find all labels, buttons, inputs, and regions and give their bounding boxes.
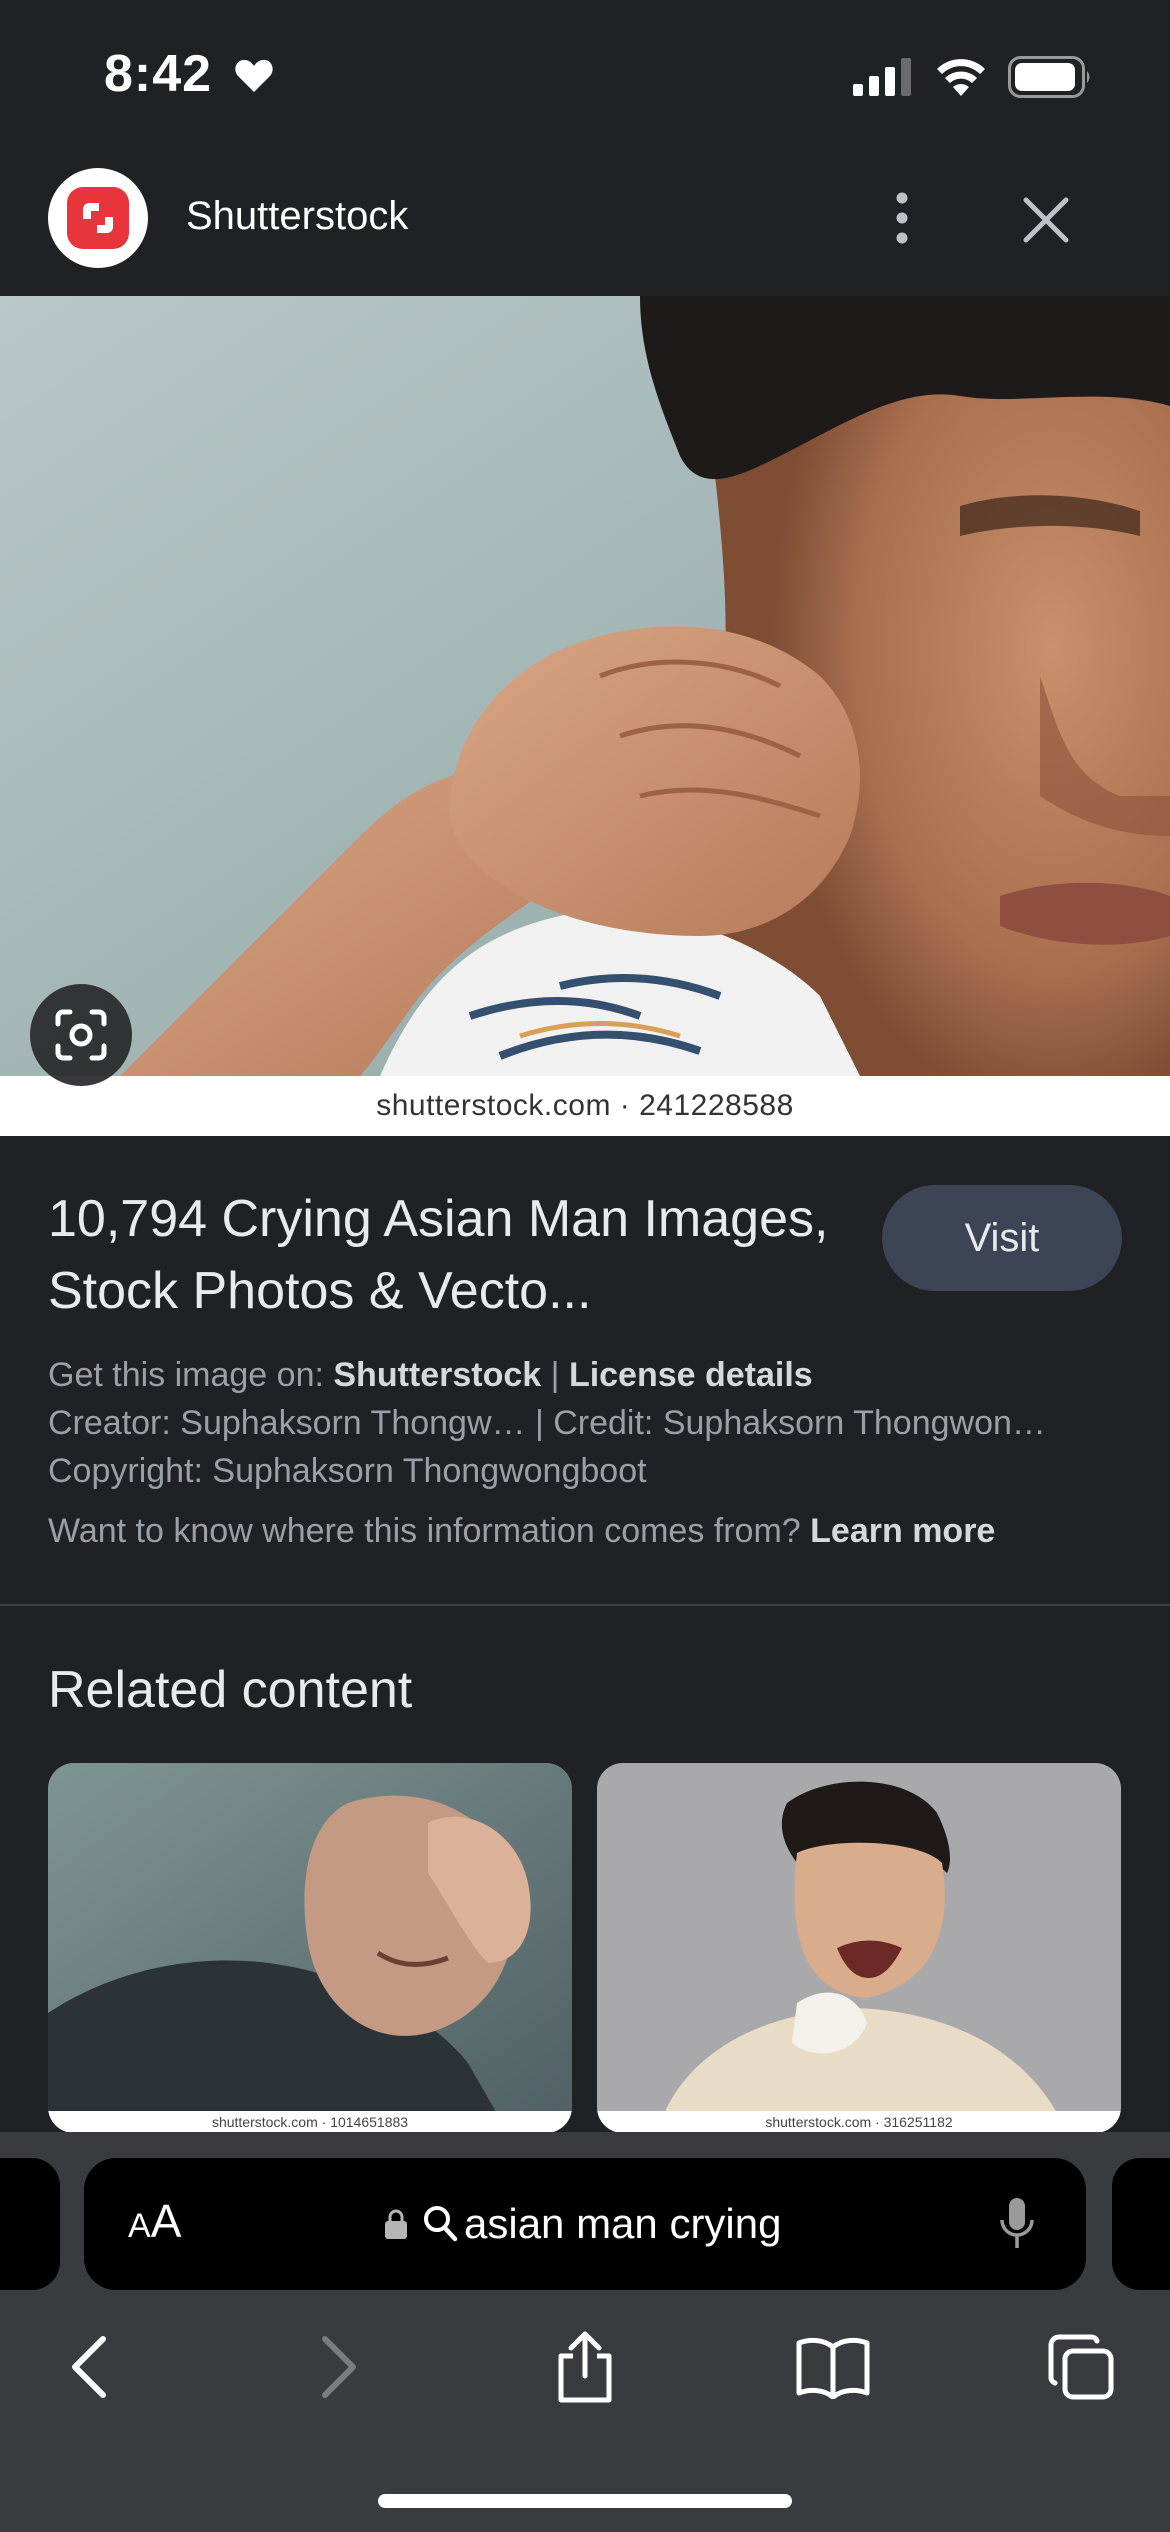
battery-icon [1008,56,1090,98]
chevron-left-icon [72,2336,106,2398]
related-heading: Related content [48,1661,413,1719]
browser-toolbar: AA asian man crying [0,2132,1170,2532]
related-card[interactable]: shutterstock.com · 316251182 [597,1763,1121,2133]
status-time: 8:42 [104,45,213,103]
more-vertical-icon[interactable] [880,184,924,252]
bookmarks-button[interactable] [788,2322,878,2412]
aa-small: A [128,2207,151,2245]
home-indicator[interactable] [378,2494,792,2508]
related-card[interactable]: shutterstock.com · 1014651883 [48,1763,572,2133]
tabs-button[interactable] [1036,2322,1126,2412]
forward-button[interactable] [294,2322,384,2412]
info-source-line: Want to know where this information come… [48,1512,1128,1551]
learn-more-link[interactable]: Learn more [810,1512,995,1550]
meta-separator: | [541,1356,569,1394]
search-icon [424,2206,458,2242]
page: 8:42 Shutterstock shutterstock.com · 241… [0,0,1170,2532]
google-lens-icon [55,1009,107,1061]
app-header: Shutterstock [0,150,1170,296]
next-tab-peek[interactable] [1112,2158,1170,2290]
get-image-line: Get this image on: Shutterstock | Licens… [48,1356,1128,1395]
heart-icon [235,59,273,92]
get-image-site-link[interactable]: Shutterstock [333,1356,541,1394]
visit-button[interactable]: Visit [882,1185,1122,1291]
google-lens-button[interactable] [30,984,132,1086]
previous-tab-peek[interactable] [0,2158,60,2290]
result-title[interactable]: 10,794 Crying Asian Man Images, Stock Ph… [48,1183,878,1327]
share-button[interactable] [540,2322,630,2412]
main-image[interactable]: shutterstock.com · 241228588 [0,296,1170,1136]
book-icon [796,2337,870,2399]
info-question: Want to know where this information come… [48,1512,811,1550]
creator-credit-line: Creator: Suphaksorn Thongw… | Credit: Su… [48,1404,1046,1442]
address-bar[interactable]: AA asian man crying [84,2158,1086,2290]
share-icon [558,2331,612,2403]
divider [0,1604,1170,1606]
hero-photo [0,296,1170,1076]
copyright-line: Copyright: Suphaksorn Thongwongboot [48,1452,647,1490]
lock-icon [385,2209,407,2239]
status-bar: 8:42 [0,0,1170,150]
license-details-link[interactable]: License details [569,1356,813,1394]
related-photo-2 [597,1763,1121,2133]
signal-icon [853,58,911,96]
reader-aa-button[interactable]: AA [128,2194,181,2248]
related-watermark: shutterstock.com · 316251182 [597,2111,1121,2133]
shutterstock-logo-icon [67,187,129,249]
microphone-icon[interactable] [998,2196,1036,2252]
site-logo[interactable] [48,168,148,268]
related-photo-1 [48,1763,572,2133]
get-image-prefix: Get this image on: [48,1356,334,1394]
tabs-icon [1048,2334,1114,2400]
address-text[interactable]: asian man crying [464,2200,781,2248]
close-icon[interactable] [1018,192,1074,248]
wifi-icon [937,59,985,96]
aa-large: A [150,2195,182,2247]
related-watermark: shutterstock.com · 1014651883 [48,2111,572,2133]
image-watermark: shutterstock.com · 241228588 [376,1089,794,1122]
site-name[interactable]: Shutterstock [186,194,408,239]
image-watermark-bar: shutterstock.com · 241228588 [0,1076,1170,1136]
chevron-right-icon [322,2336,356,2398]
back-button[interactable] [44,2322,134,2412]
